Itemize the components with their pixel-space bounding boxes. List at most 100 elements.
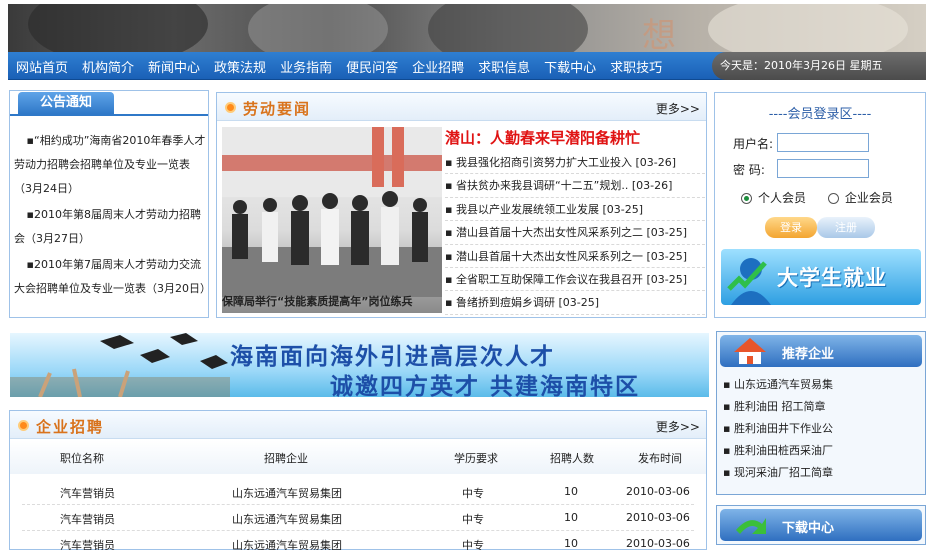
- company-name[interactable]: 山东远通汽车贸易集团: [232, 537, 342, 550]
- username-label: 用户名:: [733, 137, 774, 151]
- nav-item-news[interactable]: 新闻中心: [148, 57, 200, 76]
- company-link[interactable]: 胜利油田 招工简章: [734, 400, 826, 413]
- company-name[interactable]: 山东远通汽车贸易集团: [232, 485, 342, 501]
- download-header: 下载中心: [720, 509, 922, 541]
- list-item[interactable]: ▪ 胜利油田 招工简章: [723, 396, 833, 418]
- list-item[interactable]: ▪ 现河采油厂招工简章: [723, 462, 833, 484]
- list-item[interactable]: ▪ 鲁绪挢到痘娟乡调研 [03-25]: [445, 291, 705, 315]
- list-item[interactable]: ▪ 潜山县首届十大杰出女性风采系列之一 [03-25]: [445, 245, 705, 268]
- panel-header: 劳动要闻 更多>>: [217, 93, 706, 121]
- list-item[interactable]: ▪ 省扶贫办来我县调研“十二五”规划.. [03-26]: [445, 174, 705, 198]
- radio-label: 企业会员: [844, 191, 893, 205]
- download-title[interactable]: 下载中心: [782, 517, 834, 536]
- education: 中专: [462, 513, 484, 526]
- job-title[interactable]: 汽车营销员: [60, 537, 115, 550]
- column-header: 招聘企业: [264, 452, 308, 465]
- password-input[interactable]: [777, 159, 869, 178]
- radio-company[interactable]: 企业会员: [827, 191, 893, 205]
- bullet-icon: ▪: [26, 208, 34, 221]
- list-item[interactable]: ▪ 全省职工互助保障工作会议在我县召开 [03-25]: [445, 268, 705, 292]
- news-link[interactable]: 我县以产业发展统领工业发展 [03-25]: [456, 203, 643, 216]
- bullet-icon: ▪: [26, 258, 34, 271]
- post-date: 2010-03-06: [626, 537, 690, 550]
- more-link[interactable]: 更多>>: [656, 100, 700, 117]
- list-item[interactable]: ▪ 2010年第8届周末人才劳动力招聘会（3月27日）: [14, 203, 206, 251]
- header-banner: 想: [8, 4, 926, 52]
- nav-item-guide[interactable]: 业务指南: [280, 57, 332, 76]
- radio-icon-selected: [741, 193, 752, 204]
- login-button[interactable]: 登录: [765, 217, 817, 238]
- nav-item-tips[interactable]: 求职技巧: [610, 57, 662, 76]
- nav-item-home[interactable]: 网站首页: [16, 57, 68, 76]
- news-link[interactable]: 鲁绪挢到痘娟乡调研 [03-25]: [456, 296, 599, 309]
- nav-item-jobseek[interactable]: 求职信息: [478, 57, 530, 76]
- news-link[interactable]: 潜山县首届十大杰出女性风采系列之二 [03-25]: [456, 226, 687, 239]
- company-link[interactable]: 现河采油厂招工简章: [734, 466, 833, 479]
- column-header: 招聘人数: [550, 452, 594, 465]
- news-photo[interactable]: 保障局举行“技能素质提高年”岗位练兵: [222, 127, 442, 313]
- table-row[interactable]: 汽车营销员 山东远通汽车贸易集团 中专 10 2010-03-06: [22, 505, 694, 531]
- list-item[interactable]: ▪ 潜山县首届十大杰出女性风采系列之二 [03-25]: [445, 221, 705, 245]
- more-link[interactable]: 更多>>: [656, 418, 700, 435]
- login-panel: ----会员登录区---- 用户名: 密 码: 个人会员 企业会员 登录 注册 …: [714, 92, 926, 318]
- headline-link[interactable]: 潜山：人勤春来早潜阳备耕忙: [445, 127, 640, 148]
- column-header: 发布时间: [638, 452, 682, 465]
- register-button[interactable]: 注册: [817, 217, 875, 238]
- panel-header: 企业招聘 更多>>: [10, 411, 706, 439]
- notice-link[interactable]: 2010年第8届周末人才劳动力招聘会（3月27日）: [14, 208, 201, 245]
- table-row[interactable]: 汽车营销员 山东远通汽车贸易集团 中专 10 2010-03-06: [22, 531, 694, 550]
- date-display: 今天是：2010年3月26日 星期五: [712, 52, 926, 80]
- job-title[interactable]: 汽车营销员: [60, 485, 115, 501]
- notice-link[interactable]: 2010年第7届周末人才劳动力交流大会招聘单位及专业一览表（3月20日）: [14, 258, 211, 295]
- graduate-employment-banner[interactable]: 大学生就业: [721, 249, 921, 305]
- nav-item-recruit[interactable]: 企业招聘: [412, 57, 464, 76]
- main-nav: 网站首页 机构简介 新闻中心 政策法规 业务指南 便民问答 企业招聘 求职信息 …: [8, 52, 926, 80]
- talent-line-2: 诚邀四方英才 共建海南特区: [330, 374, 641, 397]
- radio-label: 个人会员: [758, 191, 807, 205]
- news-link[interactable]: 全省职工互助保障工作会议在我县召开 [03-25]: [456, 273, 687, 286]
- post-date: 2010-03-06: [626, 485, 690, 498]
- news-link[interactable]: 省扶贫办来我县调研“十二五”规划.. [03-26]: [456, 179, 672, 192]
- notice-link[interactable]: “相约成功”海南省2010年春季人才劳动力招聘会招聘单位及专业一览表（3月24日…: [14, 134, 205, 195]
- company-link[interactable]: 胜利油田桩西采油厂: [734, 444, 833, 457]
- table-row[interactable]: 汽车营销员 山东远通汽车贸易集团 中专 10 2010-03-06: [22, 479, 694, 505]
- list-item[interactable]: ▪ 2010年第7届周末人才劳动力交流大会招聘单位及专业一览表（3月20日）: [14, 253, 211, 301]
- job-postings-panel: 企业招聘 更多>> 职位名称 招聘企业 学历要求 招聘人数 发布时间 汽车营销员…: [9, 410, 707, 550]
- list-item[interactable]: ▪ 我县强化招商引资努力扩大工业投入 [03-26]: [445, 151, 705, 175]
- talent-line-1: 海南面向海外引进高层次人才: [230, 344, 555, 370]
- nav-item-download[interactable]: 下载中心: [544, 57, 596, 76]
- company-link[interactable]: 胜利油田井下作业公: [734, 422, 833, 435]
- list-item[interactable]: ▪ 山东远通汽车贸易集: [723, 374, 833, 396]
- title-bullet-icon: [18, 420, 29, 431]
- headcount: 10: [564, 485, 578, 498]
- notice-tab[interactable]: 公告通知: [18, 92, 114, 114]
- job-title[interactable]: 汽车营销员: [60, 511, 115, 527]
- radio-personal[interactable]: 个人会员: [741, 191, 806, 205]
- password-row: 密 码:: [733, 161, 765, 178]
- list-item[interactable]: ▪ 胜利油田桩西采油厂: [723, 440, 833, 462]
- list-item[interactable]: ▪ “相约成功”海南省2010年春季人才劳动力招聘会招聘单位及专业一览表（3月2…: [14, 129, 206, 201]
- company-link[interactable]: 山东远通汽车贸易集: [734, 378, 833, 391]
- post-date: 2010-03-06: [626, 511, 690, 524]
- notice-panel: 公告通知 ▪ “相约成功”海南省2010年春季人才劳动力招聘会招聘单位及专业一览…: [9, 90, 211, 318]
- nav-item-faq[interactable]: 便民问答: [346, 57, 398, 76]
- member-type-radios: 个人会员 企业会员: [741, 189, 893, 206]
- list-item[interactable]: ▪ 胜利油田井下作业公: [723, 418, 833, 440]
- headcount: 10: [564, 537, 578, 550]
- list-item[interactable]: ▪ 我县以产业发展统领工业发展 [03-25]: [445, 198, 705, 222]
- nav-item-about[interactable]: 机构简介: [82, 57, 134, 76]
- education: 中专: [462, 539, 484, 550]
- column-header: 职位名称: [60, 452, 104, 465]
- news-link[interactable]: 潜山县首届十大杰出女性风采系列之一 [03-25]: [456, 250, 687, 263]
- recommended-companies-panel: 推荐企业 ▪ 山东远通汽车贸易集 ▪ 胜利油田 招工简章 ▪ 胜利油田井下作业公…: [716, 331, 926, 495]
- column-header: 学历要求: [454, 452, 498, 465]
- username-input[interactable]: [777, 133, 869, 152]
- nav-item-policy[interactable]: 政策法规: [214, 57, 266, 76]
- talent-recruit-banner[interactable]: 海南面向海外引进高层次人才 诚邀四方英才 共建海南特区: [10, 333, 709, 397]
- photo-caption[interactable]: 保障局举行“技能素质提高年”岗位练兵: [222, 293, 442, 309]
- news-link[interactable]: 我县强化招商引资努力扩大工业投入 [03-26]: [456, 156, 676, 169]
- download-panel: 下载中心: [716, 505, 926, 545]
- news-list: ▪ 我县强化招商引资努力扩大工业投入 [03-26] ▪ 省扶贫办来我县调研“十…: [445, 151, 705, 315]
- headcount: 10: [564, 511, 578, 524]
- company-name[interactable]: 山东远通汽车贸易集团: [232, 511, 342, 527]
